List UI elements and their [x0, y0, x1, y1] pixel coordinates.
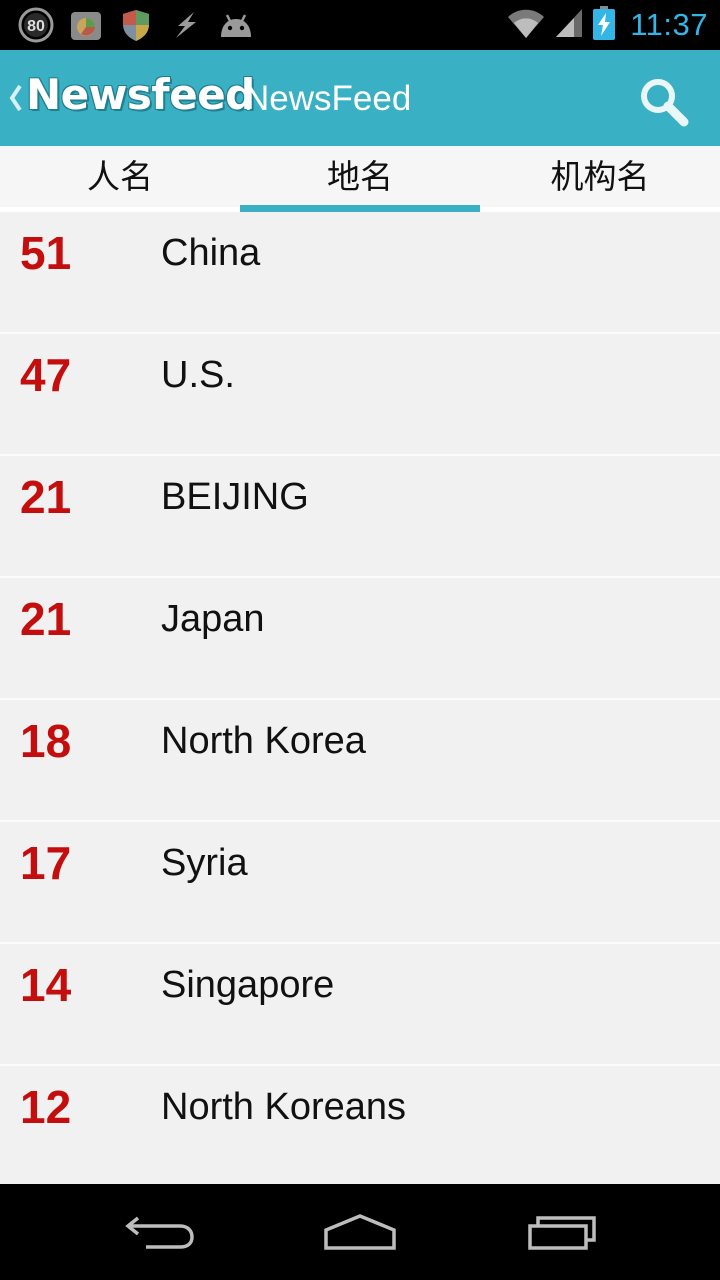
- home-icon[interactable]: [300, 1204, 420, 1260]
- list-item[interactable]: 47 U.S.: [0, 334, 720, 456]
- place-name: BEIJING: [161, 476, 309, 518]
- tab-places[interactable]: 地名: [240, 146, 480, 208]
- back-chevron-icon[interactable]: [8, 78, 24, 118]
- recent-apps-icon[interactable]: [502, 1204, 622, 1260]
- place-name: China: [161, 232, 261, 274]
- battery-charging-icon: [592, 6, 616, 44]
- mention-count: 21: [20, 471, 72, 523]
- system-icons: 11:37: [506, 6, 708, 44]
- mention-count: 17: [20, 837, 72, 889]
- list-item[interactable]: 12 North Koreans: [0, 1066, 720, 1184]
- list-item[interactable]: 17 Syria: [0, 822, 720, 944]
- mention-count: 21: [20, 593, 72, 645]
- tab-selected-indicator: [240, 205, 480, 212]
- list-item[interactable]: 51 China: [0, 212, 720, 334]
- shield-icon: [118, 7, 154, 43]
- wifi-icon: [506, 7, 546, 43]
- mention-count: 51: [20, 227, 72, 279]
- mention-count: 14: [20, 959, 72, 1011]
- badge-80-icon: 80: [18, 7, 54, 43]
- mention-count: 47: [20, 349, 72, 401]
- clock: 11:37: [630, 7, 708, 42]
- place-name: North Korea: [161, 720, 366, 762]
- place-name: North Koreans: [161, 1086, 407, 1128]
- tab-bar: 人名 地名 机构名: [0, 146, 720, 212]
- app-logo[interactable]: Newsfeed: [26, 70, 255, 119]
- app-icon: [68, 7, 104, 43]
- back-icon[interactable]: [100, 1204, 220, 1260]
- page-title: NewsFeed: [244, 79, 412, 118]
- tab-organizations[interactable]: 机构名: [480, 146, 720, 208]
- place-name: Singapore: [161, 964, 335, 1006]
- tab-people[interactable]: 人名: [0, 146, 240, 208]
- list-item[interactable]: 18 North Korea: [0, 700, 720, 822]
- flash-icon: [168, 7, 204, 43]
- search-icon[interactable]: [636, 74, 692, 130]
- navigation-bar: [0, 1184, 720, 1280]
- status-bar: 80 11:37: [0, 0, 720, 50]
- badge-count: 80: [27, 18, 45, 35]
- place-list: 51 China 47 U.S. 21 BEIJING 21 Japan 18 …: [0, 212, 720, 1184]
- list-item[interactable]: 14 Singapore: [0, 944, 720, 1066]
- action-bar: Newsfeed NewsFeed: [0, 50, 720, 146]
- place-name: U.S.: [161, 354, 235, 396]
- android-icon: [218, 7, 254, 43]
- list-item[interactable]: 21 Japan: [0, 578, 720, 700]
- signal-icon: [554, 7, 584, 43]
- notification-icons: 80: [18, 7, 254, 43]
- place-name: Syria: [161, 842, 248, 884]
- mention-count: 18: [20, 715, 72, 767]
- place-name: Japan: [161, 598, 265, 640]
- mention-count: 12: [20, 1081, 72, 1133]
- list-item[interactable]: 21 BEIJING: [0, 456, 720, 578]
